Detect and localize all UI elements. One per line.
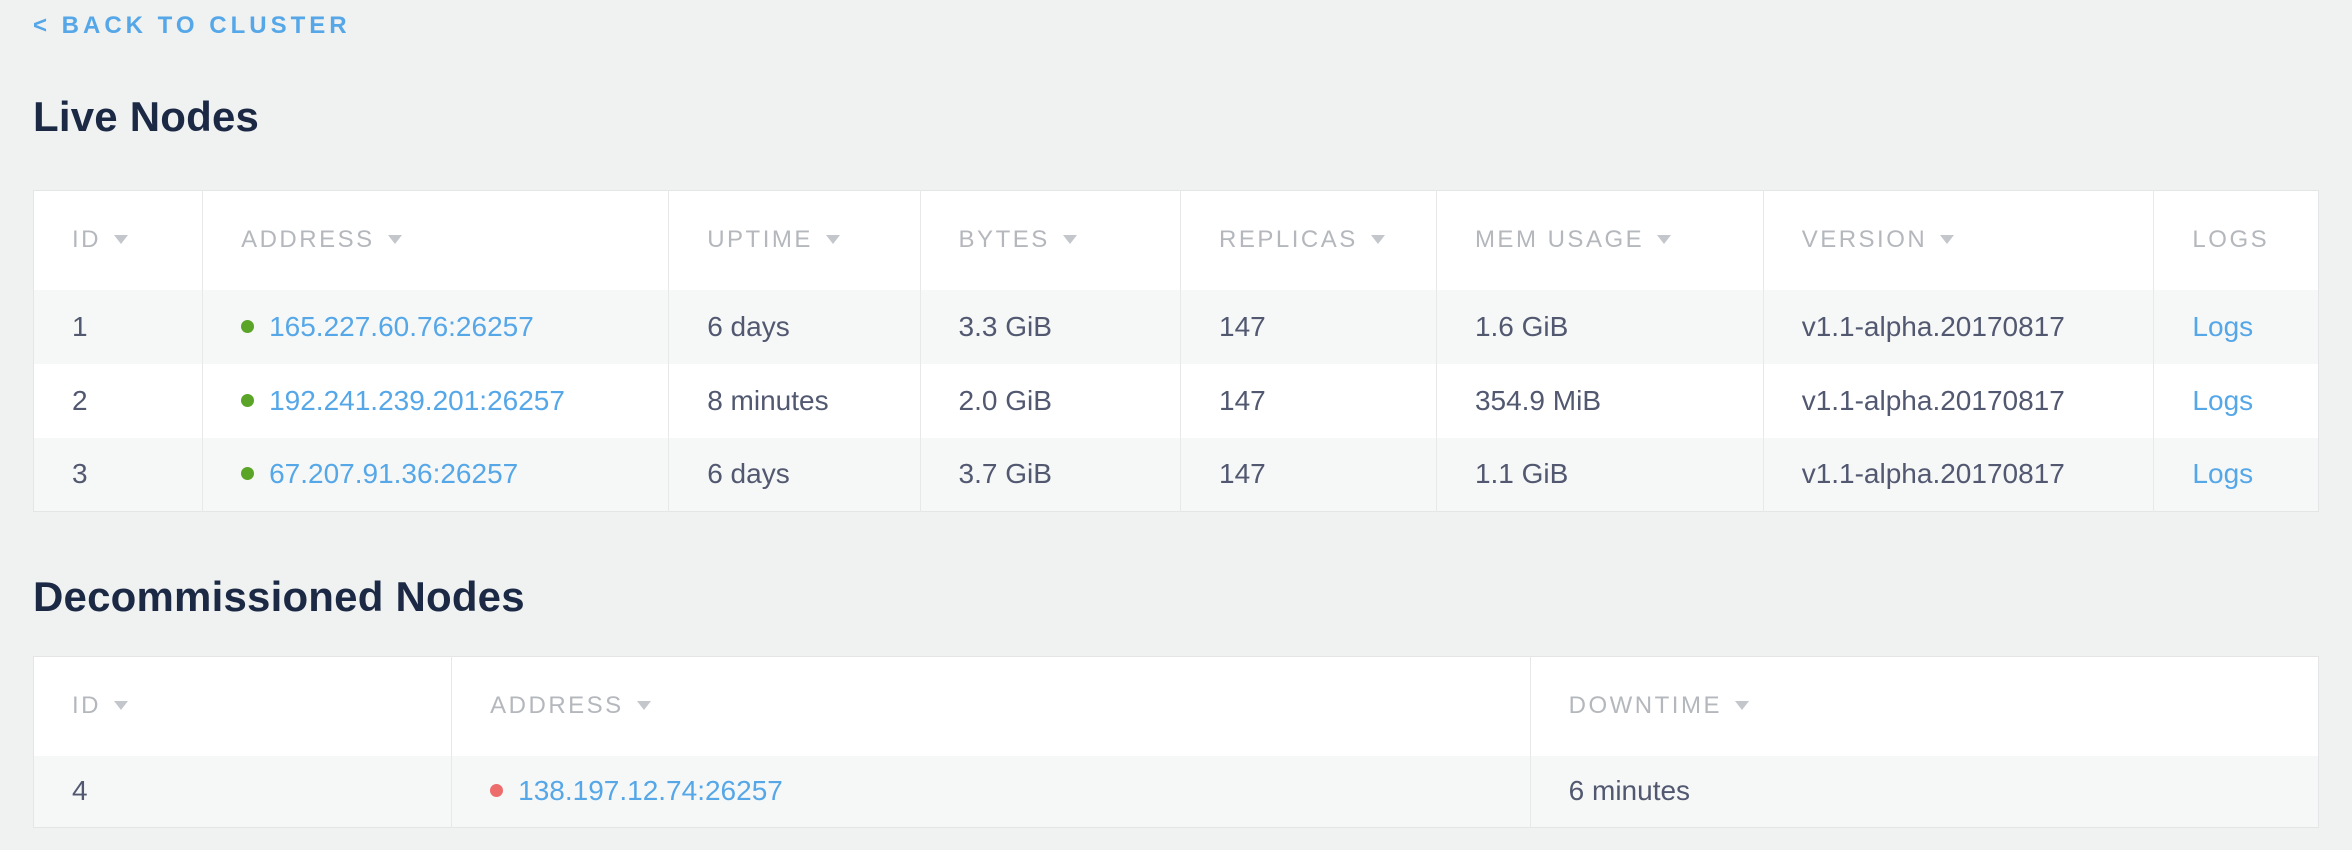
node-logs-link[interactable]: Logs: [2192, 385, 2253, 416]
column-header-downtime[interactable]: DOWNTIME: [1530, 657, 2318, 756]
node-replicas-cell: 147: [1181, 290, 1437, 364]
node-logs-link[interactable]: Logs: [2192, 311, 2253, 342]
column-header-label: VERSION: [1802, 226, 1928, 253]
live-nodes-table: ID ADDRESS UPTIME BYTES REPLICAS MEM USA…: [33, 190, 2319, 512]
column-header-address[interactable]: ADDRESS: [452, 657, 1531, 756]
live-nodes-header-row: ID ADDRESS UPTIME BYTES REPLICAS MEM USA…: [34, 191, 2319, 290]
decommissioned-nodes-title: Decommissioned Nodes: [33, 574, 2319, 620]
decommissioned-status-dot-icon: [490, 784, 503, 797]
sort-descending-icon: [826, 235, 840, 244]
table-row: 3 67.207.91.36:26257 6 days 3.7 GiB 147 …: [34, 438, 2319, 512]
node-uptime-cell: 6 days: [669, 438, 920, 512]
column-header-bytes[interactable]: BYTES: [920, 191, 1180, 290]
node-bytes-cell: 3.3 GiB: [920, 290, 1180, 364]
node-mem-usage-cell: 1.6 GiB: [1436, 290, 1763, 364]
column-header-address[interactable]: ADDRESS: [203, 191, 669, 290]
sort-descending-icon: [637, 701, 651, 710]
node-replicas-cell: 147: [1181, 364, 1437, 438]
node-version-cell: v1.1-alpha.20170817: [1763, 438, 2154, 512]
node-address-link[interactable]: 165.227.60.76:26257: [269, 311, 534, 342]
node-logs-cell: Logs: [2154, 290, 2319, 364]
node-address-cell: 67.207.91.36:26257: [203, 438, 669, 512]
node-id-cell: 1: [34, 290, 203, 364]
node-logs-cell: Logs: [2154, 364, 2319, 438]
node-downtime-cell: 6 minutes: [1530, 756, 2318, 828]
column-header-id[interactable]: ID: [34, 191, 203, 290]
node-address-link[interactable]: 192.241.239.201:26257: [269, 385, 565, 416]
sort-descending-icon: [1657, 235, 1671, 244]
node-bytes-cell: 3.7 GiB: [920, 438, 1180, 512]
node-id-cell: 4: [34, 756, 452, 828]
column-header-label: UPTIME: [707, 226, 813, 253]
column-header-label: ADDRESS: [241, 226, 375, 253]
node-bytes-cell: 2.0 GiB: [920, 364, 1180, 438]
column-header-version[interactable]: VERSION: [1763, 191, 2154, 290]
live-status-dot-icon: [241, 394, 254, 407]
node-address-cell: 165.227.60.76:26257: [203, 290, 669, 364]
sort-descending-icon: [114, 701, 128, 710]
table-row: 2 192.241.239.201:26257 8 minutes 2.0 Gi…: [34, 364, 2319, 438]
node-mem-usage-cell: 1.1 GiB: [1436, 438, 1763, 512]
node-address-cell: 138.197.12.74:26257: [452, 756, 1531, 828]
back-to-cluster-link[interactable]: < BACK TO CLUSTER: [33, 12, 351, 40]
node-replicas-cell: 147: [1181, 438, 1437, 512]
decommissioned-nodes-table: ID ADDRESS DOWNTIME 4 138.197.12.74:2625…: [33, 656, 2319, 828]
node-logs-link[interactable]: Logs: [2192, 458, 2253, 489]
node-version-cell: v1.1-alpha.20170817: [1763, 364, 2154, 438]
live-status-dot-icon: [241, 320, 254, 333]
node-uptime-cell: 8 minutes: [669, 364, 920, 438]
column-header-label: DOWNTIME: [1569, 692, 1722, 719]
node-id-cell: 3: [34, 438, 203, 512]
column-header-logs: LOGS: [2154, 191, 2319, 290]
node-id-cell: 2: [34, 364, 203, 438]
column-header-mem-usage[interactable]: MEM USAGE: [1436, 191, 1763, 290]
decommissioned-nodes-header-row: ID ADDRESS DOWNTIME: [34, 657, 2319, 756]
column-header-label: REPLICAS: [1219, 226, 1358, 253]
sort-descending-icon: [1371, 235, 1385, 244]
column-header-label: BYTES: [959, 226, 1050, 253]
column-header-id[interactable]: ID: [34, 657, 452, 756]
column-header-label: LOGS: [2192, 226, 2269, 253]
sort-descending-icon: [388, 235, 402, 244]
column-header-label: ID: [72, 226, 101, 253]
column-header-label: MEM USAGE: [1475, 226, 1644, 253]
live-status-dot-icon: [241, 467, 254, 480]
node-version-cell: v1.1-alpha.20170817: [1763, 290, 2154, 364]
live-nodes-title: Live Nodes: [33, 94, 2319, 140]
column-header-label: ID: [72, 692, 101, 719]
sort-descending-icon: [114, 235, 128, 244]
node-address-link[interactable]: 138.197.12.74:26257: [518, 775, 783, 806]
node-logs-cell: Logs: [2154, 438, 2319, 512]
sort-descending-icon: [1735, 701, 1749, 710]
node-address-cell: 192.241.239.201:26257: [203, 364, 669, 438]
column-header-label: ADDRESS: [490, 692, 624, 719]
node-address-link[interactable]: 67.207.91.36:26257: [269, 458, 518, 489]
table-row: 1 165.227.60.76:26257 6 days 3.3 GiB 147…: [34, 290, 2319, 364]
node-uptime-cell: 6 days: [669, 290, 920, 364]
column-header-uptime[interactable]: UPTIME: [669, 191, 920, 290]
table-row: 4 138.197.12.74:26257 6 minutes: [34, 756, 2319, 828]
nodes-page: < BACK TO CLUSTER Live Nodes ID ADDRESS …: [33, 12, 2319, 828]
node-mem-usage-cell: 354.9 MiB: [1436, 364, 1763, 438]
sort-descending-icon: [1940, 235, 1954, 244]
column-header-replicas[interactable]: REPLICAS: [1181, 191, 1437, 290]
sort-descending-icon: [1063, 235, 1077, 244]
